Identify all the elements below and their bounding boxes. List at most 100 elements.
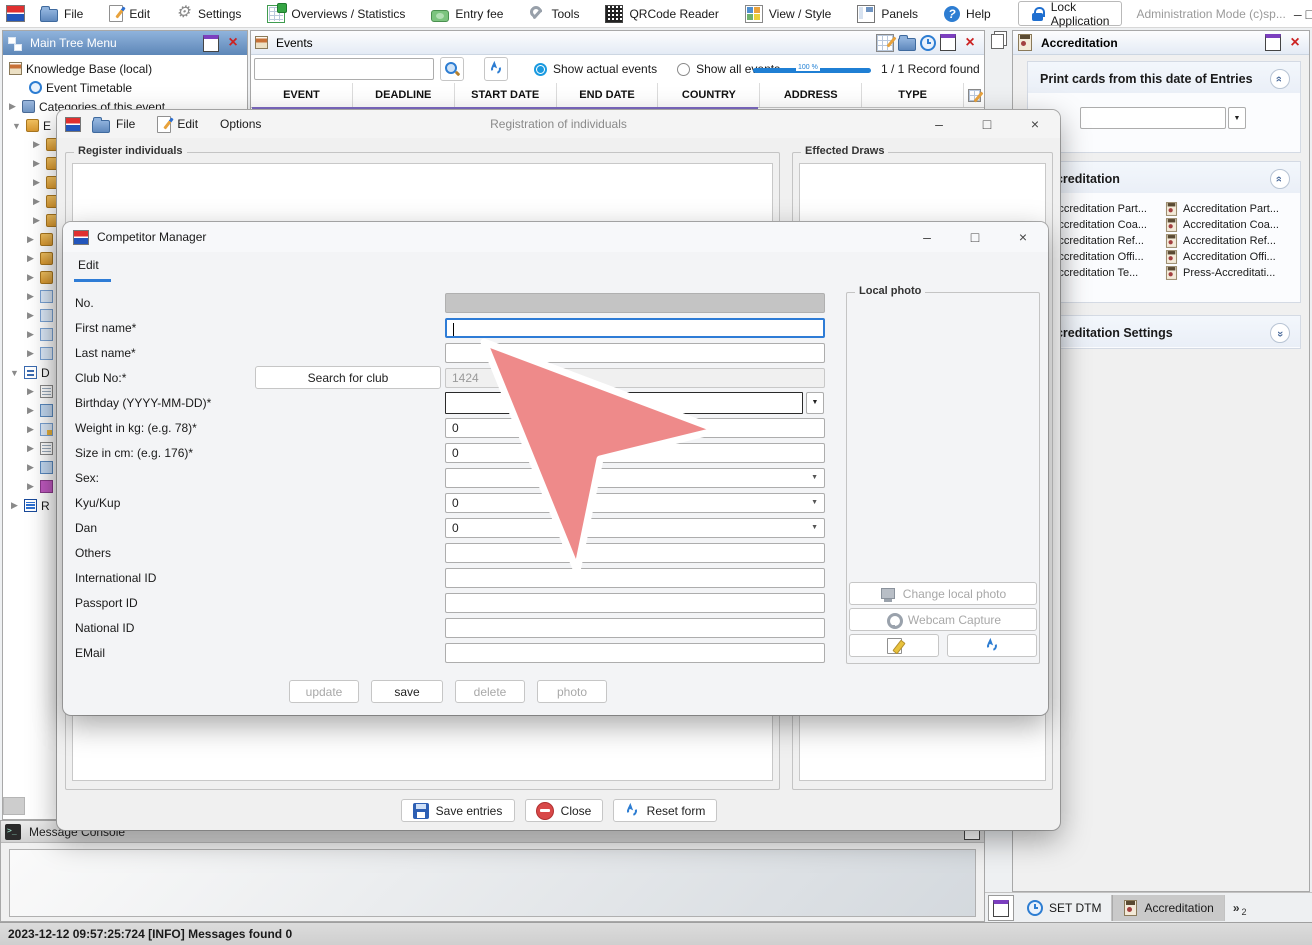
weight-input[interactable] (445, 418, 825, 438)
competitor-menu-edit[interactable]: Edit (78, 258, 99, 272)
tree-expand-arrow[interactable]: ▶ (25, 310, 36, 321)
menu-view-style[interactable]: View / Style (734, 1, 842, 27)
webcam-capture-button[interactable]: Webcam Capture (849, 608, 1037, 631)
window-maximize-button[interactable]: □ (1306, 6, 1312, 22)
column-header-type[interactable]: TYPE (862, 83, 964, 107)
tree-scrollbar-corner[interactable] (3, 797, 25, 815)
tree-expand-arrow[interactable]: ▶ (25, 329, 36, 340)
expand-chevron-icon[interactable]: » (1270, 323, 1290, 343)
window-maximize-button[interactable]: □ (962, 229, 988, 245)
column-header-event[interactable]: EVENT (251, 83, 353, 107)
tab-accreditation[interactable]: Accreditation (1112, 895, 1224, 921)
accreditation-item[interactable]: Accreditation Ref... (1164, 233, 1296, 249)
tree-row[interactable]: Knowledge Base (local) (3, 59, 247, 78)
window-close-button[interactable]: × (1022, 116, 1048, 132)
update-button[interactable]: update (289, 680, 359, 703)
show-all-events-radio[interactable] (677, 63, 690, 76)
tree-expand-arrow[interactable]: ▶ (31, 158, 42, 169)
folder-icon[interactable] (898, 38, 916, 51)
delete-button[interactable]: delete (455, 680, 525, 703)
menu-overviews-statistics[interactable]: Overviews / Statistics (256, 1, 416, 27)
tree-expand-arrow[interactable]: ▶ (31, 215, 42, 226)
collapse-chevron-icon[interactable]: » (1270, 169, 1290, 189)
menu-edit[interactable]: Edit (98, 1, 161, 27)
tree-expand-arrow[interactable]: ▶ (7, 101, 18, 112)
tree-expand-arrow[interactable]: ▶ (25, 253, 36, 264)
international-id-input[interactable] (445, 568, 825, 588)
show-actual-events-radio[interactable] (534, 63, 547, 76)
tree-expand-arrow[interactable]: ▶ (25, 348, 36, 359)
panel-layout-button[interactable] (988, 895, 1014, 921)
tree-expand-arrow[interactable]: ▶ (9, 500, 20, 511)
column-header-end-date[interactable]: END DATE (557, 83, 659, 107)
tree-expand-arrow[interactable]: ▶ (31, 139, 42, 150)
column-header-address[interactable]: ADDRESS (760, 83, 862, 107)
first-name-input[interactable] (445, 318, 825, 338)
tree-expand-arrow[interactable]: ▶ (25, 443, 36, 454)
tree-expand-arrow[interactable]: ▼ (9, 368, 20, 378)
registration-menu-edit[interactable]: Edit (146, 111, 209, 137)
tree-expand-arrow[interactable]: ▶ (25, 291, 36, 302)
lock-application-button[interactable]: Lock Application (1018, 1, 1123, 26)
edit-table-icon[interactable] (876, 34, 894, 52)
tree-expand-arrow[interactable]: ▶ (25, 405, 36, 416)
menu-qrcode-reader[interactable]: QRCode Reader (594, 1, 729, 27)
tree-expand-arrow[interactable]: ▶ (25, 481, 36, 492)
kyu-kup-combobox[interactable]: 0▼ (445, 493, 825, 513)
registration-menu-file[interactable]: File (81, 111, 146, 137)
reset-form-button[interactable]: Reset form (613, 799, 717, 822)
window-minimize-button[interactable]: – (914, 229, 940, 245)
photo-button[interactable]: photo (537, 680, 607, 703)
search-button[interactable] (440, 57, 464, 81)
passport-id-input[interactable] (445, 593, 825, 613)
tree-expand-arrow[interactable]: ▶ (31, 177, 42, 188)
close-button[interactable]: Close (525, 799, 603, 822)
tree-expand-arrow[interactable]: ▶ (25, 272, 36, 283)
dan-combobox[interactable]: 0▼ (445, 518, 825, 538)
tree-row[interactable]: Event Timetable (3, 78, 247, 97)
tree-expand-arrow[interactable]: ▶ (25, 386, 36, 397)
refresh-photo-button[interactable] (947, 634, 1037, 657)
accreditation-item[interactable]: Accreditation Offi... (1164, 249, 1296, 265)
club-no-input[interactable] (445, 368, 825, 388)
tree-expand-arrow[interactable]: ▶ (31, 196, 42, 207)
window-minimize-button[interactable]: – (1294, 6, 1302, 22)
email-input[interactable] (445, 643, 825, 663)
save-entries-button[interactable]: Save entries (401, 799, 515, 822)
panel-maximize-icon[interactable] (203, 35, 219, 52)
sex-combobox[interactable]: ▼ (445, 468, 825, 488)
national-id-input[interactable] (445, 618, 825, 638)
column-header-country[interactable]: COUNTRY (658, 83, 760, 107)
last-name-input[interactable] (445, 343, 825, 363)
tree-expand-arrow[interactable]: ▶ (25, 234, 36, 245)
tree-expand-arrow[interactable]: ▶ (25, 424, 36, 435)
others-input[interactable] (445, 543, 825, 563)
column-header-start-date[interactable]: START DATE (455, 83, 557, 107)
search-for-club-button[interactable]: Search for club (255, 366, 441, 389)
tab-overflow-button[interactable]: » (1233, 901, 1240, 915)
panel-maximize-icon[interactable] (940, 34, 956, 51)
accreditation-item[interactable]: Press-Accreditati... (1164, 265, 1296, 281)
panel-close-icon[interactable]: × (223, 34, 243, 52)
menu-panels[interactable]: Panels (846, 1, 929, 27)
accreditation-item[interactable]: Accreditation Coa... (1164, 217, 1296, 233)
accreditation-item[interactable]: Accreditation Part... (1164, 201, 1296, 217)
events-search-input[interactable] (254, 58, 434, 80)
column-chooser-icon[interactable] (964, 83, 984, 107)
tree-expand-arrow[interactable]: ▼ (11, 121, 22, 131)
refresh-button[interactable] (484, 57, 508, 81)
birthday-dropdown-button[interactable]: ▼ (806, 392, 824, 414)
menu-help[interactable]: Help (933, 1, 1002, 27)
tab-set-dtm[interactable]: SET DTM (1017, 895, 1112, 921)
save-button[interactable]: save (371, 680, 443, 703)
panel-close-icon[interactable]: × (1285, 34, 1305, 52)
menu-file[interactable]: File (29, 1, 94, 27)
registration-menu-options[interactable]: Options (209, 111, 272, 137)
print-date-combo-input[interactable] (1080, 107, 1226, 129)
panel-close-icon[interactable]: × (960, 34, 980, 52)
window-close-button[interactable]: × (1010, 229, 1036, 245)
menu-entry-fee[interactable]: Entry fee (420, 1, 514, 27)
menu-settings[interactable]: Settings (165, 1, 252, 27)
tree-expand-arrow[interactable]: ▶ (25, 462, 36, 473)
birthday-input[interactable] (445, 392, 803, 414)
